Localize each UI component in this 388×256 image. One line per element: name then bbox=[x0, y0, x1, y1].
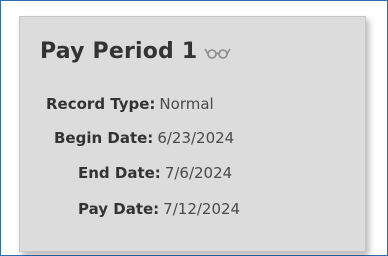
widget-frame: Pay Period 1 Record Type: Normal Begin Da… bbox=[0, 0, 388, 256]
end-date-label: End Date: bbox=[78, 164, 161, 182]
pay-period-card: Pay Period 1 Record Type: Normal Begin Da… bbox=[19, 16, 366, 252]
begin-date-value: 6/23/2024 bbox=[157, 129, 235, 147]
pay-date-row: Pay Date: 7/12/2024 bbox=[20, 200, 388, 218]
glasses-icon[interactable] bbox=[203, 45, 232, 59]
pay-date-label: Pay Date: bbox=[78, 200, 160, 218]
end-date-value: 7/6/2024 bbox=[164, 164, 233, 182]
begin-date-label: Begin Date: bbox=[54, 129, 154, 147]
pay-period-title: Pay Period 1 bbox=[40, 39, 198, 64]
end-date-row: End Date: 7/6/2024 bbox=[20, 164, 388, 182]
record-type-label: Record Type: bbox=[46, 95, 156, 113]
record-type-value: Normal bbox=[159, 95, 214, 113]
begin-date-row: Begin Date: 6/23/2024 bbox=[20, 129, 388, 147]
pay-date-value: 7/12/2024 bbox=[163, 200, 241, 218]
card-header: Pay Period 1 bbox=[40, 39, 232, 64]
record-type-row: Record Type: Normal bbox=[20, 95, 388, 113]
